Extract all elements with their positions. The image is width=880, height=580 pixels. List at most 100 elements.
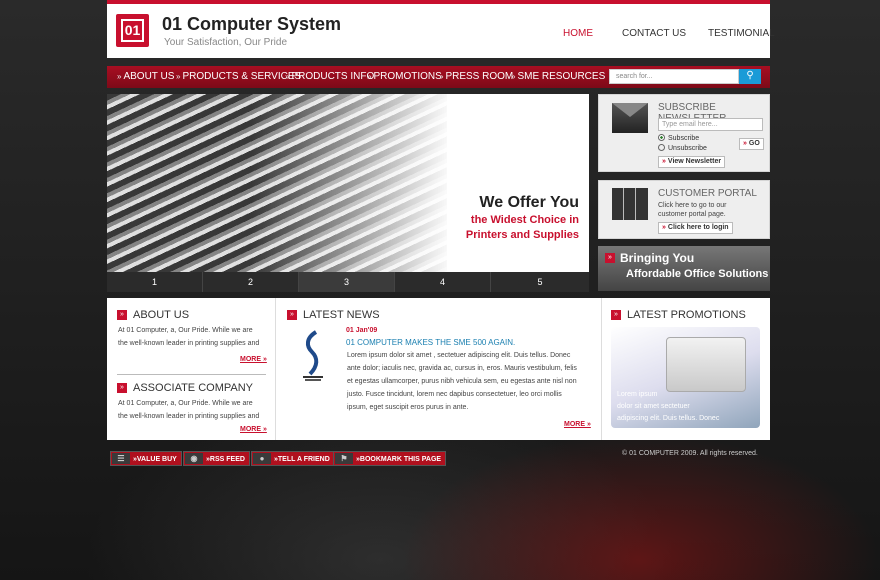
column-divider bbox=[601, 298, 602, 440]
slide-tab-2[interactable]: 2 bbox=[203, 272, 299, 292]
radio-label: Subscribe bbox=[668, 135, 700, 142]
menu-label: PRESS ROOM bbox=[445, 71, 514, 82]
radio-selected-icon bbox=[658, 134, 665, 141]
promo-banner-line-1: Bringing You bbox=[620, 251, 695, 265]
customer-portal-box: CUSTOMER PORTAL Click here to go to our c… bbox=[598, 180, 770, 239]
about-us-more-link[interactable]: MORE » bbox=[240, 356, 267, 363]
text-line: the well-known leader in printing suppli… bbox=[118, 340, 260, 347]
text-line: At 01 Computer, a, Our Pride. While we a… bbox=[118, 400, 253, 407]
site-tagline: Your Satisfaction, Our Pride bbox=[164, 37, 288, 48]
button-label: TELL A FRIEND bbox=[277, 456, 330, 463]
news-company-logo bbox=[303, 330, 323, 381]
printer-image bbox=[666, 337, 746, 392]
section-arrow-icon: » bbox=[287, 310, 297, 320]
portal-text-line: Click here to go to our bbox=[658, 202, 727, 209]
button-label: GO bbox=[748, 140, 760, 147]
portal-text: Click here to go to our customer portal p… bbox=[658, 201, 726, 219]
menu-products-services[interactable]: » PRODUCTS & SERVICES bbox=[176, 71, 301, 82]
logo[interactable]: 01 bbox=[116, 14, 149, 47]
menu-label: PROMOTIONS bbox=[373, 71, 442, 82]
promotion-image[interactable]: Lorem ipsum dolor sit amet sectetuer adi… bbox=[611, 327, 760, 428]
section-arrow-icon: » bbox=[117, 383, 127, 393]
hero-banner: We Offer You the Widest Choice in Printe… bbox=[107, 94, 589, 292]
search-input[interactable]: search for... bbox=[609, 69, 739, 84]
menu-press-room[interactable]: » PRESS ROOM bbox=[439, 71, 513, 82]
rss-icon: ◉ bbox=[185, 453, 203, 464]
button-label: BOOKMARK THIS PAGE bbox=[359, 456, 442, 463]
news-body: Lorem ipsum dolor sit amet , sectetuer a… bbox=[347, 349, 577, 414]
envelope-icon bbox=[612, 103, 648, 133]
topnav-contact-us[interactable]: CONTACT US bbox=[622, 28, 686, 39]
text-line: Lorem ipsum dolor sit amet , sectetuer a… bbox=[347, 352, 571, 359]
associate-more-link[interactable]: MORE » bbox=[240, 426, 267, 433]
cart-icon: ☰ bbox=[112, 453, 130, 464]
menu-about-us[interactable]: » ABOUT US bbox=[117, 71, 174, 82]
slide-tab-3[interactable]: 3 bbox=[299, 272, 395, 292]
news-headline[interactable]: 01 COMPUTER MAKES THE SME 500 AGAIN. bbox=[346, 338, 515, 347]
menu-label: PRODUCTS & SERVICES bbox=[182, 71, 302, 82]
rss-feed-button[interactable]: ◉ »RSS FEED bbox=[183, 451, 250, 466]
bookmark-button[interactable]: ⚑ »BOOKMARK THIS PAGE bbox=[333, 451, 447, 466]
news-date: 01 Jan'09 bbox=[346, 327, 378, 334]
text-line: ipsum, eget suscipit eros purus in ante. bbox=[347, 404, 469, 411]
section-arrow-icon: » bbox=[611, 310, 621, 320]
about-us-title: ABOUT US bbox=[133, 309, 190, 321]
chevron-right-icon: » bbox=[662, 224, 666, 231]
menu-label: ABOUT US bbox=[123, 71, 175, 82]
news-more-link[interactable]: MORE » bbox=[564, 421, 591, 428]
main-menu: » ABOUT US » PRODUCTS & SERVICES » PRODUCTS… bbox=[107, 66, 770, 88]
associate-company-title: ASSOCIATE COMPANY bbox=[133, 382, 254, 394]
chevron-right-icon: » bbox=[439, 72, 444, 81]
user-icon: ● bbox=[253, 453, 271, 464]
text-line: justo. Fusce tincidunt, lorem nec dapibu… bbox=[347, 391, 562, 398]
search-icon: ⚲ bbox=[746, 70, 754, 81]
latest-promotions-title: LATEST PROMOTIONS bbox=[627, 309, 746, 321]
chevron-right-icon: » bbox=[367, 72, 372, 81]
slide-tab-4[interactable]: 4 bbox=[395, 272, 491, 292]
site-title: 01 Computer System bbox=[162, 14, 342, 34]
text-line: adipiscing elit. Duis tellus. Donec bbox=[617, 415, 720, 422]
button-label: View Newsletter bbox=[667, 158, 722, 165]
column-divider bbox=[275, 298, 276, 440]
menu-products-info[interactable]: » PRODUCTS INFO bbox=[285, 71, 374, 82]
menu-sme-resources[interactable]: » SME RESOURCES bbox=[511, 71, 605, 82]
text-line: At 01 Computer, a, Our Pride. While we a… bbox=[118, 327, 253, 334]
portal-text-line: customer portal page. bbox=[658, 211, 726, 218]
search-button[interactable]: ⚲ bbox=[739, 69, 761, 84]
hero-subline-2: Printers and Supplies bbox=[465, 229, 579, 241]
slide-pager: 1 2 3 4 5 bbox=[107, 272, 589, 292]
subscribe-radio[interactable]: Subscribe bbox=[658, 134, 699, 142]
promotion-text: Lorem ipsum dolor sit amet sectetuer adi… bbox=[617, 389, 719, 425]
text-line: ante dolor; iaculis nec, gravida ac, cur… bbox=[347, 365, 577, 372]
button-label: Click here to login bbox=[667, 224, 729, 231]
email-field[interactable]: Type email here... bbox=[658, 118, 763, 131]
text-line: dolor sit amet sectetuer bbox=[617, 403, 690, 410]
menu-promotions[interactable]: » PROMOTIONS bbox=[367, 71, 442, 82]
copyright: © 01 COMPUTER 2009. All rights reserved. bbox=[622, 450, 758, 457]
tell-a-friend-button[interactable]: ● »TELL A FRIEND bbox=[251, 451, 335, 466]
value-buy-button[interactable]: ☰ »VALUE BUY bbox=[110, 451, 182, 466]
topnav-testimonial[interactable]: TESTIMONIAL bbox=[708, 28, 775, 39]
portal-login-button[interactable]: » Click here to login bbox=[658, 222, 733, 234]
menu-label: PRODUCTS INFO bbox=[291, 71, 375, 82]
chevron-right-icon: » bbox=[662, 158, 666, 165]
topnav-home[interactable]: HOME bbox=[563, 28, 593, 39]
chevron-right-icon: » bbox=[511, 72, 516, 81]
go-button[interactable]: » GO bbox=[739, 138, 764, 150]
text-line: Lorem ipsum bbox=[617, 391, 658, 398]
menu-label: SME RESOURCES bbox=[517, 71, 606, 82]
chevron-right-icon: » bbox=[743, 140, 747, 147]
unsubscribe-radio[interactable]: Unsubscribe bbox=[658, 144, 707, 152]
divider bbox=[117, 374, 266, 375]
latest-news-title: LATEST NEWS bbox=[303, 309, 380, 321]
view-newsletter-button[interactable]: » View Newsletter bbox=[658, 156, 726, 168]
hero-fade bbox=[107, 94, 589, 272]
chevron-right-icon: » bbox=[117, 72, 122, 81]
radio-icon bbox=[658, 144, 665, 151]
promo-banner-line-2: Affordable Office Solutions bbox=[626, 268, 769, 280]
slide-tab-1[interactable]: 1 bbox=[107, 272, 203, 292]
chevron-right-icon: » bbox=[285, 72, 290, 81]
slide-tab-5[interactable]: 5 bbox=[491, 272, 589, 292]
promo-banner[interactable]: » Bringing You Affordable Office Solutio… bbox=[598, 246, 770, 291]
portal-grid-icon bbox=[612, 188, 648, 220]
